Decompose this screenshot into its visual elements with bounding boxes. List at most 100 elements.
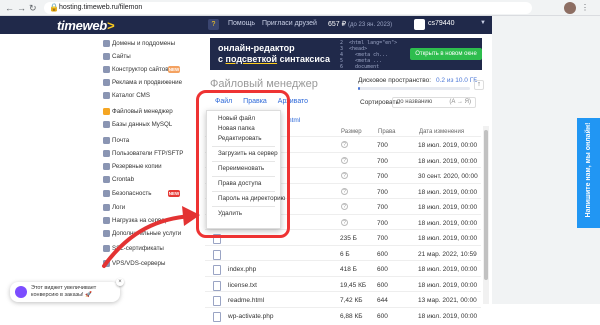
sidebar-item-ads[interactable]: Реклама и продвижение xyxy=(103,77,182,88)
sidebar-item-label: Домены и поддомены xyxy=(112,40,176,47)
url-text: hosting.timeweb.ru/filemon xyxy=(59,4,143,11)
promo-banner: онлайн-редактор с подсветкой синтаксиса … xyxy=(210,38,482,70)
balance-value: 657 ₽ xyxy=(328,21,347,28)
size-unknown-icon[interactable]: ? xyxy=(341,218,348,226)
size-unknown-icon[interactable]: ? xyxy=(341,156,348,164)
sidebar-item-domains[interactable]: Домены и поддомены xyxy=(103,38,176,49)
disk-label: Дисковое пространство: xyxy=(358,77,432,84)
promo-subtitle: с подсветкой синтаксиса xyxy=(218,54,330,64)
sidebar-item-ftp[interactable]: Пользователи FTP/SFTP xyxy=(103,148,184,159)
lock-icon: 🔒 xyxy=(49,3,59,12)
file-permissions[interactable]: 644 xyxy=(377,297,388,304)
file-date: 18 июл. 2019, 00:00 xyxy=(418,235,478,242)
reload-icon[interactable]: ↻ xyxy=(29,3,37,13)
file-name[interactable]: index.php xyxy=(228,266,256,273)
sidebar-item-security[interactable]: Безопасность xyxy=(103,188,151,199)
sidebar-item-label: Резервные копии xyxy=(112,163,162,170)
sidebar-item-label: Файловый менеджер xyxy=(112,108,173,115)
size-unknown-icon[interactable]: ? xyxy=(341,141,348,148)
chat-text: Этот виджет увеличивает конверсию в заказ… xyxy=(31,285,96,299)
sidebar-item-crontab[interactable]: Crontab xyxy=(103,174,134,185)
file-permissions[interactable]: 700 xyxy=(377,158,388,165)
backup-icon xyxy=(103,163,110,170)
app-header: timeweb> ? Помощь Пригласи друзей 657 ₽ … xyxy=(0,16,492,34)
sidebar-item-sites[interactable]: Сайты xyxy=(103,51,131,62)
disk-usage-fill xyxy=(358,87,361,90)
column-modified[interactable]: Дата изменения xyxy=(419,129,464,135)
file-size: 6,88 КБ xyxy=(340,312,363,320)
file-permissions[interactable]: 600 xyxy=(377,282,388,289)
file-size: 6 Б xyxy=(340,250,350,258)
table-row[interactable]: wp-activate.php 6,88 КБ 600 18 июл. 2019, 0… xyxy=(205,306,481,325)
arrow-line xyxy=(102,214,194,268)
sites-icon xyxy=(103,53,110,60)
size-unknown-icon[interactable]: ? xyxy=(341,187,348,195)
sidebar-item-label: Базы данных MySQL xyxy=(112,121,173,128)
file-permissions[interactable]: 700 xyxy=(377,235,388,242)
scrollbar-thumb[interactable] xyxy=(484,130,488,280)
file-size: 418 Б xyxy=(340,266,357,273)
back-icon[interactable]: ← xyxy=(5,3,14,13)
sidebar-item-cms[interactable]: Каталог CMS xyxy=(103,90,150,101)
timeweb-logo[interactable]: timeweb> xyxy=(57,18,115,33)
chevron-down-icon[interactable]: ▼ xyxy=(480,20,486,26)
file-icon xyxy=(213,249,221,260)
sidebar-item-label: Сайты xyxy=(112,53,131,60)
sidebar-item-mail[interactable]: Почта xyxy=(103,135,129,146)
file-name[interactable]: readme.html xyxy=(228,297,264,304)
invite-link[interactable]: Пригласи друзей xyxy=(262,20,317,27)
database-icon xyxy=(103,121,110,128)
file-icon xyxy=(213,296,221,306)
sidebar-item-label: Пользователи FTP/SFTP xyxy=(112,150,184,157)
profile-avatar[interactable] xyxy=(564,2,576,14)
username[interactable]: cs79440 xyxy=(428,20,454,27)
size-unknown-icon[interactable]: ? xyxy=(341,172,348,179)
file-icon xyxy=(213,265,221,275)
file-name[interactable]: license.txt xyxy=(228,282,257,289)
help-link[interactable]: Помощь xyxy=(228,20,255,27)
file-permissions[interactable]: 700 xyxy=(377,220,388,227)
close-icon[interactable]: × xyxy=(116,278,124,286)
disk-value[interactable]: 0.2 из 10.0 ГБ xyxy=(436,77,478,84)
chat-icon xyxy=(15,286,27,298)
help-icon: ? xyxy=(208,19,219,30)
file-permissions[interactable]: 600 xyxy=(377,313,388,320)
file-icon xyxy=(213,311,221,322)
column-size[interactable]: Размер xyxy=(341,129,362,135)
size-unknown-icon[interactable]: ? xyxy=(341,203,348,210)
file-permissions[interactable]: 600 xyxy=(377,266,388,273)
file-permissions[interactable]: 600 xyxy=(377,251,388,258)
sidebar-item-mysql[interactable]: Базы данных MySQL xyxy=(103,119,173,130)
promo-suffix: синтаксиса xyxy=(277,54,330,64)
file-name[interactable]: wp-activate.php xyxy=(228,313,274,320)
file-permissions[interactable]: 700 xyxy=(377,204,388,211)
open-new-window-button[interactable]: Открыть в новом окне xyxy=(410,48,482,60)
sidebar-item-file-manager[interactable]: Файловый менеджер xyxy=(103,106,173,117)
file-date: 18 июл. 2019, 00:00 xyxy=(418,142,478,149)
logo-text: timeweb xyxy=(57,18,107,33)
mail-icon xyxy=(103,137,110,144)
feedback-tab[interactable]: Напишите нам, мы онлайн! xyxy=(577,118,600,228)
file-permissions[interactable]: 700 xyxy=(377,142,388,149)
feedback-label: Напишите нам, мы онлайн! xyxy=(585,122,592,218)
file-icon xyxy=(213,280,221,291)
file-date: 18 июл. 2019, 00:00 xyxy=(418,281,478,289)
file-date: 13 мар. 2021, 00:00 xyxy=(418,297,477,304)
ads-icon xyxy=(103,79,110,86)
sort-select[interactable]: по названию (А → Я) xyxy=(392,97,476,108)
column-permissions[interactable]: Права xyxy=(378,129,395,135)
file-date: 18 июл. 2019, 00:00 xyxy=(418,204,478,211)
file-date: 21 мар. 2022, 10:59 xyxy=(418,250,477,258)
chat-widget[interactable]: Этот виджет увеличивает конверсию в заказ… xyxy=(10,278,124,302)
sidebar-item-backups[interactable]: Резервные копии xyxy=(103,161,162,172)
forward-icon[interactable]: → xyxy=(17,3,26,13)
sidebar-item-constructor[interactable]: Конструктор сайтов xyxy=(103,64,168,75)
user-avatar[interactable] xyxy=(414,19,425,30)
file-permissions[interactable]: 700 xyxy=(377,173,388,180)
file-permissions[interactable]: 700 xyxy=(377,189,388,196)
address-bar[interactable]: 🔒 hosting.timeweb.ru/filemon xyxy=(44,2,532,14)
balance[interactable]: 657 ₽ (до 23 ян. 2023) xyxy=(328,20,392,28)
menu-dots-icon[interactable]: ⋮ xyxy=(581,3,594,12)
file-date: 18 июл. 2019, 00:00 xyxy=(418,266,478,273)
disk-upgrade-button[interactable]: ↑ xyxy=(474,80,484,90)
